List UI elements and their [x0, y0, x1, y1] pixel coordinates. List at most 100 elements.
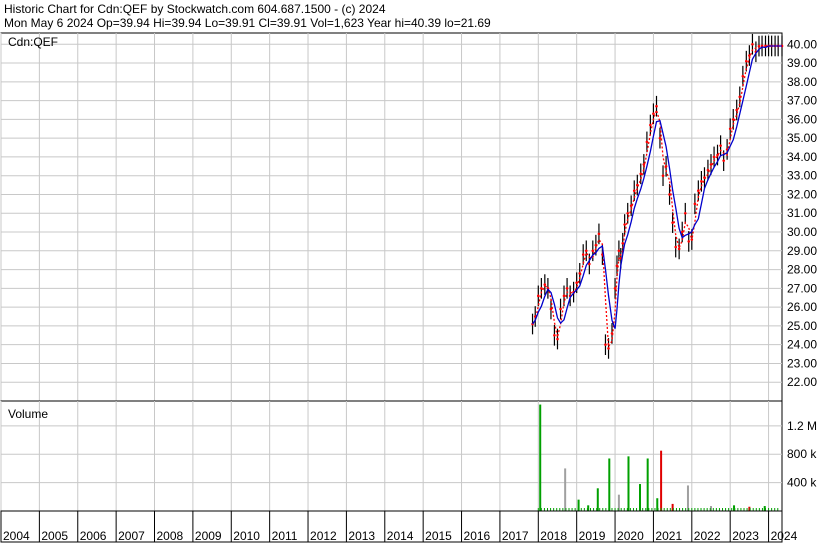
volume-bar [646, 458, 649, 511]
volume-bar [608, 458, 611, 511]
year-tick-label: 2011 [272, 529, 298, 543]
chart-canvas: Historic Chart for Cdn:QEF by Stockwatch… [0, 2, 817, 543]
price-point [745, 59, 748, 63]
price-tick-label: 39.00 [787, 56, 817, 70]
year-tick-label: 2015 [425, 529, 452, 543]
volume-panel-label: Volume [8, 407, 48, 421]
volume-bar [596, 488, 599, 511]
volume-panel [0, 400, 783, 512]
chart-header-line-1: Historic Chart for Cdn:QEF by Stockwatch… [4, 2, 386, 16]
price-tick-label: 35.00 [787, 131, 817, 145]
price-tick-label: 29.00 [787, 244, 817, 258]
year-tick-label: 2023 [732, 529, 759, 543]
price-tick-label: 40.00 [787, 37, 817, 51]
price-point [719, 144, 722, 147]
price-point [712, 155, 716, 159]
price-tick-label: 36.00 [787, 112, 817, 126]
price-point [687, 240, 691, 243]
price-point [751, 42, 754, 46]
price-point [655, 104, 658, 108]
price-tick-label: 25.00 [787, 319, 817, 333]
price-tick-label: 34.00 [787, 150, 817, 164]
price-point [604, 343, 607, 346]
year-tick-label: 2022 [694, 529, 721, 543]
price-tick-label: 24.00 [787, 338, 817, 352]
year-tick-label: 2018 [540, 529, 567, 543]
year-tick-label: 2021 [655, 529, 682, 543]
price-point [559, 307, 562, 311]
volume-bar [539, 404, 542, 511]
volume-bar [639, 484, 641, 511]
price-point [722, 159, 725, 162]
price-tick-label: 37.00 [787, 94, 817, 108]
price-point [661, 174, 665, 177]
price-tick-label: 22.00 [787, 375, 817, 389]
year-tick-label: 2014 [387, 529, 414, 543]
price-point [575, 281, 578, 285]
chart-header-line-2: Mon May 6 2024 Op=39.94 Hi=39.94 Lo=39.9… [4, 16, 491, 30]
price-point [565, 287, 569, 290]
year-tick-label: 2009 [195, 529, 222, 543]
price-point [581, 253, 585, 256]
price-point [591, 249, 595, 253]
year-tick-label: 2020 [617, 529, 644, 543]
price-point [540, 287, 543, 290]
price-point [632, 189, 636, 193]
price-point [626, 211, 630, 215]
price-panel [0, 32, 783, 402]
year-tick-label: 2010 [233, 529, 260, 543]
year-tick-label: 2019 [579, 529, 606, 543]
price-point [543, 283, 547, 286]
price-point [645, 140, 649, 144]
price-point [693, 202, 697, 206]
year-tick-label: 2008 [157, 529, 184, 543]
price-tick-label: 38.00 [787, 75, 817, 89]
year-tick-label: 2005 [41, 529, 68, 543]
price-point [613, 287, 617, 290]
price-point [649, 123, 652, 127]
price-point [623, 223, 626, 226]
price-tick-label: 26.00 [787, 300, 817, 314]
price-axis: 22.00 23.00 24.00 25.00 26.00 27.00 28.00 29.00… [787, 37, 817, 389]
price-tick-label: 32.00 [787, 187, 817, 201]
stock-chart: Historic Chart for Cdn:QEF by Stockwatch… [0, 0, 830, 543]
year-tick-label: 2004 [3, 529, 30, 543]
volume-tick-label: 800 k [787, 447, 817, 461]
price-point [674, 245, 677, 249]
volume-axis: 400 k 800 k 1.2 M [787, 419, 817, 490]
volume-bar [627, 456, 630, 511]
year-tick-label: 2016 [464, 529, 491, 543]
volume-tick-label: 1.2 M [787, 419, 817, 433]
price-point [757, 44, 761, 48]
volume-tick-label: 400 k [787, 476, 817, 490]
price-point [617, 249, 621, 253]
volume-bar [564, 468, 567, 511]
price-point [607, 347, 610, 350]
price-tick-label: 28.00 [787, 263, 817, 277]
price-point [728, 127, 732, 131]
price-point [556, 337, 559, 341]
price-point [562, 294, 566, 298]
year-tick-label: 2024 [771, 529, 798, 543]
price-point [553, 333, 556, 337]
volume-bar [686, 485, 689, 511]
price-point [677, 247, 681, 251]
price-tick-label: 30.00 [787, 225, 817, 239]
price-panel-label: Cdn:QEF [8, 35, 58, 49]
year-tick-label: 2006 [80, 529, 107, 543]
price-tick-label: 27.00 [787, 281, 817, 295]
price-tick-label: 33.00 [787, 169, 817, 183]
year-tick-label: 2013 [348, 529, 375, 543]
price-point [683, 211, 687, 215]
price-point [597, 232, 601, 236]
volume-bar [660, 450, 663, 511]
year-tick-label: 2017 [502, 529, 529, 543]
price-point [700, 180, 703, 183]
price-point [697, 189, 700, 193]
year-tick-label: 2007 [118, 529, 145, 543]
price-point [536, 294, 540, 298]
price-point [741, 74, 745, 78]
price-tick-label: 23.00 [787, 356, 817, 370]
year-tick-label: 2012 [310, 529, 337, 543]
price-tick-label: 31.00 [787, 206, 817, 220]
